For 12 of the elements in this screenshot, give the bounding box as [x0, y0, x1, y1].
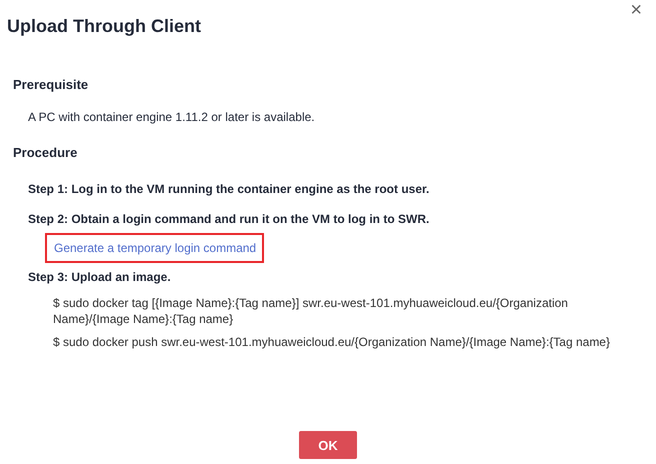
- section-heading: Prerequisite: [12, 77, 90, 93]
- step-text: Step 2: Obtain a login command and run it on the VM to log in to SWR.: [28, 211, 430, 227]
- prerequisite-text: A PC with container engine 1.11.2 or later is available.: [27, 109, 316, 125]
- command-text: $ sudo docker push swr.eu-west-101.myhuaweicloud.eu/{Organization Name}/{Image Name}:{Tag name}: [53, 334, 611, 350]
- step-text: Step 1: Log in to the VM running the container engine as the root user.: [28, 181, 430, 197]
- ok-button[interactable]: OK: [299, 431, 357, 459]
- section-heading: Procedure: [12, 145, 78, 161]
- step-text: Step 3: Upload an image.: [28, 269, 172, 285]
- close-button[interactable]: ×: [626, 0, 646, 20]
- dialog-title: Upload Through Client: [6, 15, 201, 37]
- command-text: $ sudo docker tag [{Image Name}:{Tag name}] swr.eu-west-101.myhuaweicloud.eu/{Organization Name}/{Image Name}:{Tag name}: [53, 295, 569, 327]
- generate-command-link[interactable]: Generate a temporary login command: [45, 233, 264, 263]
